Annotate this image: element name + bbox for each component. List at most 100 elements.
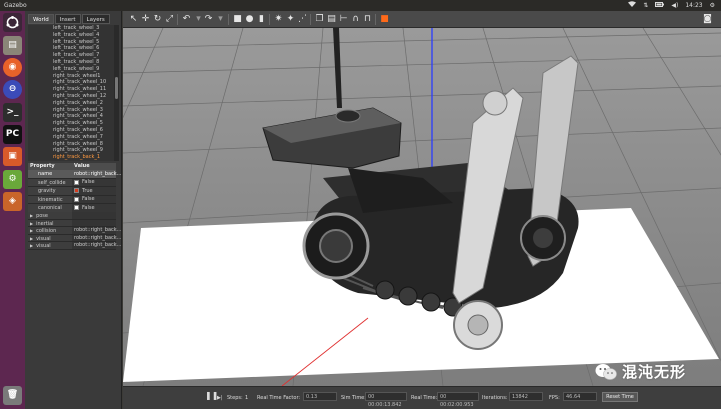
translate-icon[interactable]: ✛ [141, 15, 150, 24]
select-arrow-icon[interactable]: ↖ [129, 15, 138, 24]
tree-item[interactable]: right_track_wheel_2 [28, 100, 114, 107]
property-key: self_collide [28, 178, 72, 186]
toolbar-separator [375, 14, 376, 25]
reset-time-button[interactable]: Reset Time [602, 392, 638, 402]
sphere-icon[interactable]: ● [245, 15, 254, 24]
measure-icon[interactable]: ⊓ [363, 15, 372, 24]
volume-icon[interactable]: ◀) [671, 0, 678, 11]
group-value: robot::right_back... [72, 234, 122, 241]
redo-menu-icon[interactable]: ▾ [216, 15, 225, 24]
point-light-icon[interactable]: ✷ [274, 15, 283, 24]
redo-icon[interactable]: ↷ [204, 15, 213, 24]
undo-menu-icon[interactable]: ▾ [194, 15, 203, 24]
robot-head-knob [335, 109, 361, 123]
sim-time-label: Sim Time: [341, 395, 366, 401]
office-icon[interactable]: ▣ [3, 147, 22, 166]
kinematic-checkbox[interactable] [74, 196, 79, 202]
rotate-icon[interactable]: ↻ [153, 15, 162, 24]
tree-item[interactable]: right_track_wheel_9 [28, 147, 114, 154]
undo-icon[interactable]: ↶ [182, 15, 191, 24]
sort-icon[interactable]: ⇅ [643, 0, 648, 11]
package-icon[interactable]: ◈ [3, 192, 22, 211]
property-column-header: Property [30, 163, 55, 169]
property-row[interactable]: kinematic False [28, 195, 116, 204]
checkbox-label: False [82, 204, 95, 211]
group-row-visual[interactable]: visualrobot::right_back... [28, 242, 121, 250]
tree-item[interactable]: left_track_wheel_4 [28, 32, 114, 39]
canonical-checkbox[interactable] [74, 205, 79, 211]
pycharm-icon[interactable]: PC [3, 125, 22, 144]
group-row-pose[interactable]: pose [28, 212, 116, 220]
group-row-visual[interactable]: visualrobot::right_back... [28, 234, 122, 242]
name-value: robot::right_back... [74, 170, 122, 177]
tab-layers[interactable]: Layers [81, 14, 110, 24]
directional-light-icon[interactable]: ⋰ [298, 15, 307, 24]
ubuntu-launcher: ▤ ◉ ⊖ >_ PC ▣ ⚙ ◈ 🗑 [0, 11, 25, 409]
tree-item-selected[interactable]: right_track_back_1 [28, 154, 114, 161]
group-row-collision[interactable]: collisionrobot::right_back... [28, 227, 122, 235]
group-value [72, 212, 116, 219]
tree-item[interactable]: left_track_wheel_6 [28, 45, 114, 52]
property-row[interactable]: gravity True [28, 187, 116, 196]
orange-marker-icon[interactable]: ■ [380, 15, 389, 24]
group-key: visual [28, 242, 72, 249]
tree-item[interactable]: left_track_wheel_7 [28, 52, 114, 59]
clock-text[interactable]: 14:23 [685, 0, 702, 11]
steps-label: Steps: [227, 395, 243, 401]
snap-icon[interactable]: ∩ [351, 15, 360, 24]
tree-item[interactable]: right_track_wheel_8 [28, 141, 114, 148]
tree-item[interactable]: right_track_wheel_4 [28, 113, 114, 120]
tab-world[interactable]: World [28, 14, 54, 24]
align-icon[interactable]: ⊢ [339, 15, 348, 24]
self-collide-checkbox[interactable] [74, 179, 79, 185]
tree-scrollbar-thumb[interactable] [115, 77, 118, 99]
property-row[interactable]: self_collide False [28, 178, 116, 187]
wifi-icon[interactable] [628, 0, 637, 11]
tree-item[interactable]: left_track_wheel_9 [28, 66, 114, 73]
tree-item[interactable]: right_track_wheel_3 [28, 107, 114, 114]
property-value[interactable]: robot::right_back... [72, 170, 121, 178]
group-row-inertial[interactable]: inertial [28, 219, 116, 227]
battery-icon[interactable] [655, 0, 665, 11]
tree-item[interactable]: right_track_wheel_11 [28, 86, 114, 93]
property-value[interactable]: False [72, 204, 116, 212]
trash-icon[interactable]: 🗑 [3, 386, 22, 405]
tree-item[interactable]: right_track_wheel_10 [28, 79, 114, 86]
tree-item[interactable]: right_track_wheel_5 [28, 120, 114, 127]
property-row[interactable]: name robot::right_back... [28, 170, 121, 179]
tree-item[interactable]: right_track_wheel_6 [28, 127, 114, 134]
tree-item[interactable]: right_track_wheel_7 [28, 134, 114, 141]
property-key: name [28, 170, 72, 178]
paste-icon[interactable]: ▤ [327, 15, 336, 24]
scale-icon[interactable]: ⤢ [165, 15, 174, 24]
property-value[interactable]: False [72, 178, 116, 186]
settings-icon[interactable]: ⚙ [3, 170, 22, 189]
gravity-checkbox[interactable] [74, 188, 79, 194]
copy-icon[interactable]: ❐ [315, 15, 324, 24]
screenshot-icon[interactable]: ◙ [703, 15, 712, 24]
steps-value[interactable]: 1 [245, 394, 248, 402]
tab-insert[interactable]: Insert [54, 14, 81, 24]
scene-viewport[interactable] [123, 28, 721, 386]
property-key: gravity [28, 187, 72, 195]
settings-gear-icon[interactable]: ⚙ [710, 0, 715, 11]
files-icon[interactable]: ▤ [3, 36, 22, 55]
terminal-icon[interactable]: >_ [3, 103, 22, 122]
orb-icon[interactable]: ⊖ [3, 80, 22, 99]
property-value[interactable]: True [72, 187, 116, 195]
tree-item[interactable]: left_track_wheel_3 [28, 25, 114, 32]
step-icon[interactable]: ▶| [217, 394, 223, 402]
tree-item[interactable]: right_track_wheel_12 [28, 93, 114, 100]
firefox-icon[interactable]: ◉ [3, 58, 22, 77]
spot-light-icon[interactable]: ✦ [286, 15, 295, 24]
group-value: robot::right_back... [72, 227, 122, 234]
box-icon[interactable]: ■ [233, 15, 242, 24]
tree-item[interactable]: right_track_wheel1 [28, 73, 114, 80]
property-value[interactable]: False [72, 195, 116, 203]
ubuntu-logo-icon[interactable] [3, 13, 22, 32]
scene-canvas[interactable] [123, 28, 721, 386]
tree-item[interactable]: left_track_wheel_5 [28, 39, 114, 46]
flipper-top-wheel [482, 90, 508, 116]
cylinder-icon[interactable]: ▮ [257, 15, 266, 24]
tree-item[interactable]: left_track_wheel_8 [28, 59, 114, 66]
